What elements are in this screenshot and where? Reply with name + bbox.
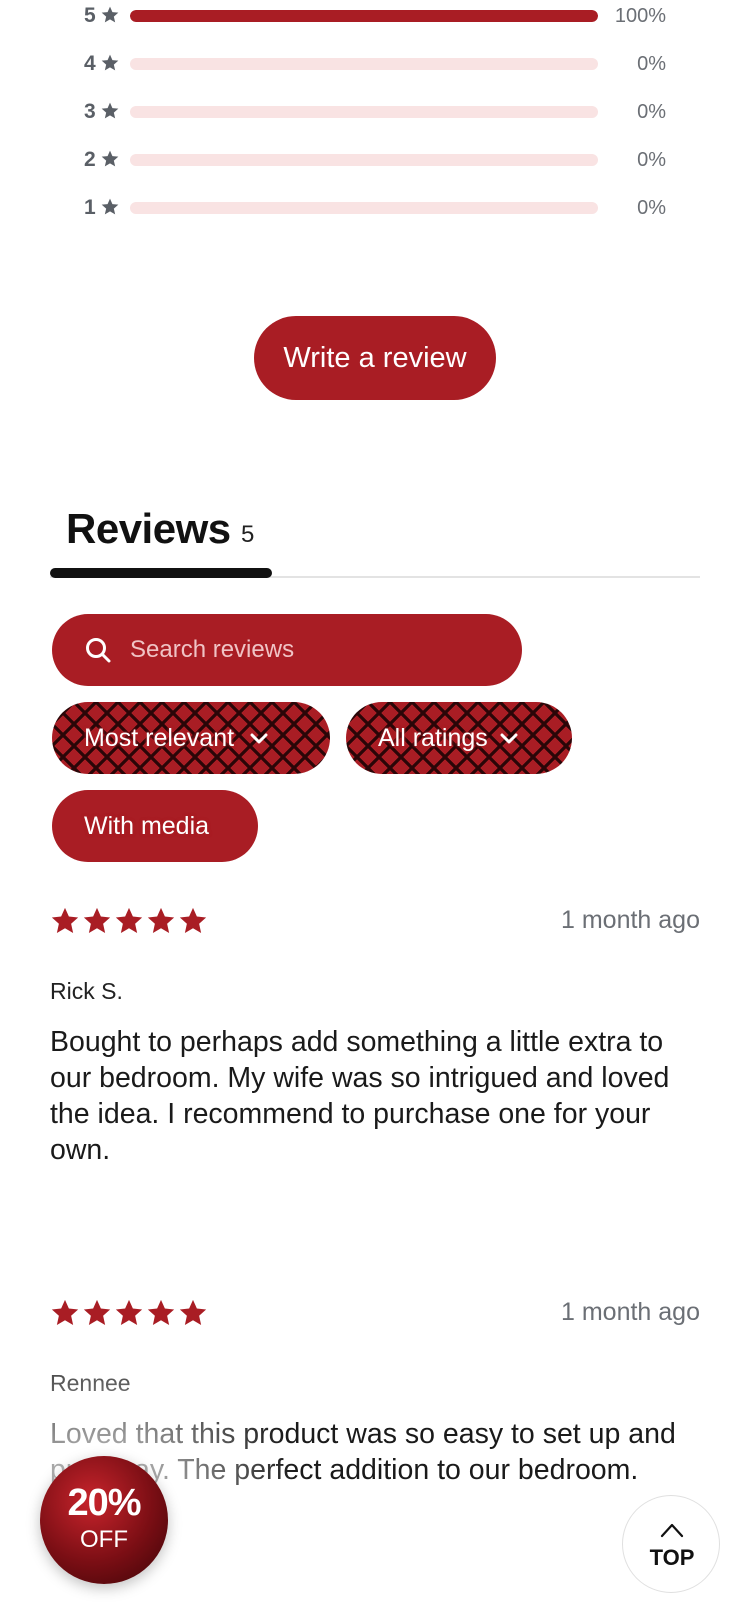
star-icon bbox=[147, 907, 175, 933]
chevron-up-icon bbox=[660, 1523, 684, 1538]
rating-row-percent: 0% bbox=[637, 149, 666, 171]
promo-off-label: OFF bbox=[80, 1526, 128, 1553]
rating-bar bbox=[130, 154, 598, 166]
reviews-count: 5 bbox=[241, 521, 255, 548]
star-icon bbox=[51, 1299, 79, 1325]
rating-row-2[interactable]: 2 0% bbox=[0, 146, 750, 194]
rating-row-1[interactable]: 1 0% bbox=[0, 194, 750, 242]
rating-bar bbox=[130, 58, 598, 70]
review-stars bbox=[50, 906, 208, 936]
star-icon bbox=[101, 198, 119, 215]
rating-row-stars: 5 bbox=[84, 4, 96, 27]
with-media-filter[interactable]: With media bbox=[52, 790, 258, 862]
star-icon bbox=[83, 907, 111, 933]
review-author: Rennee bbox=[50, 1370, 131, 1396]
rating-row-percent: 0% bbox=[637, 197, 666, 219]
star-icon bbox=[179, 907, 207, 933]
review-body: Bought to perhaps add something a little… bbox=[50, 1026, 670, 1166]
review-stars bbox=[50, 1298, 208, 1328]
star-icon bbox=[147, 1299, 175, 1325]
search-icon[interactable] bbox=[84, 636, 112, 664]
with-media-label: With media bbox=[84, 811, 210, 840]
promo-percent: 20% bbox=[67, 1482, 141, 1524]
tab-reviews[interactable]: Reviews bbox=[66, 505, 231, 553]
review-date: 1 month ago bbox=[561, 906, 700, 934]
rating-row-stars: 1 bbox=[84, 196, 96, 219]
rating-filter-dropdown[interactable]: All ratings bbox=[346, 702, 572, 774]
back-to-top-label: TOP bbox=[649, 1545, 695, 1570]
star-icon bbox=[51, 907, 79, 933]
discount-promo-badge[interactable]: 20% OFF bbox=[40, 1456, 168, 1584]
write-review-button[interactable]: Write a review bbox=[254, 316, 496, 400]
review-author: Rick S. bbox=[50, 978, 123, 1004]
rating-bar bbox=[130, 10, 598, 22]
star-icon bbox=[101, 6, 119, 23]
sort-dropdown-label: Most relevant bbox=[84, 723, 235, 752]
review-card: 1 month ago Rick S. Bought to perhaps ad… bbox=[50, 906, 700, 1166]
rating-row-3[interactable]: 3 0% bbox=[0, 98, 750, 146]
review-date: 1 month ago bbox=[561, 1298, 700, 1326]
rating-row-percent: 100% bbox=[614, 5, 666, 27]
search-box[interactable] bbox=[52, 614, 522, 686]
rating-bar bbox=[130, 202, 598, 214]
rating-row-5[interactable]: 5 100% bbox=[0, 2, 750, 50]
search-input[interactable] bbox=[130, 614, 500, 686]
star-icon bbox=[101, 150, 119, 167]
rating-row-stars: 4 bbox=[84, 52, 96, 75]
rating-row-stars: 2 bbox=[84, 148, 96, 171]
rating-filter-label: All ratings bbox=[378, 723, 488, 752]
chevron-down-icon bbox=[500, 733, 518, 744]
rating-bar bbox=[130, 106, 598, 118]
back-to-top-button[interactable]: TOP bbox=[622, 1495, 720, 1593]
star-icon bbox=[83, 1299, 111, 1325]
tab-active-indicator bbox=[50, 568, 272, 578]
sort-dropdown[interactable]: Most relevant bbox=[52, 702, 330, 774]
rating-row-percent: 0% bbox=[637, 101, 666, 123]
rating-bar-fill bbox=[130, 10, 598, 22]
rating-row-stars: 3 bbox=[84, 100, 96, 123]
star-icon bbox=[179, 1299, 207, 1325]
rating-row-percent: 0% bbox=[637, 53, 666, 75]
star-icon bbox=[101, 102, 119, 119]
rating-row-4[interactable]: 4 0% bbox=[0, 50, 750, 98]
chevron-down-icon bbox=[250, 733, 268, 744]
star-icon bbox=[115, 907, 143, 933]
star-icon bbox=[101, 54, 119, 71]
star-icon bbox=[115, 1299, 143, 1325]
